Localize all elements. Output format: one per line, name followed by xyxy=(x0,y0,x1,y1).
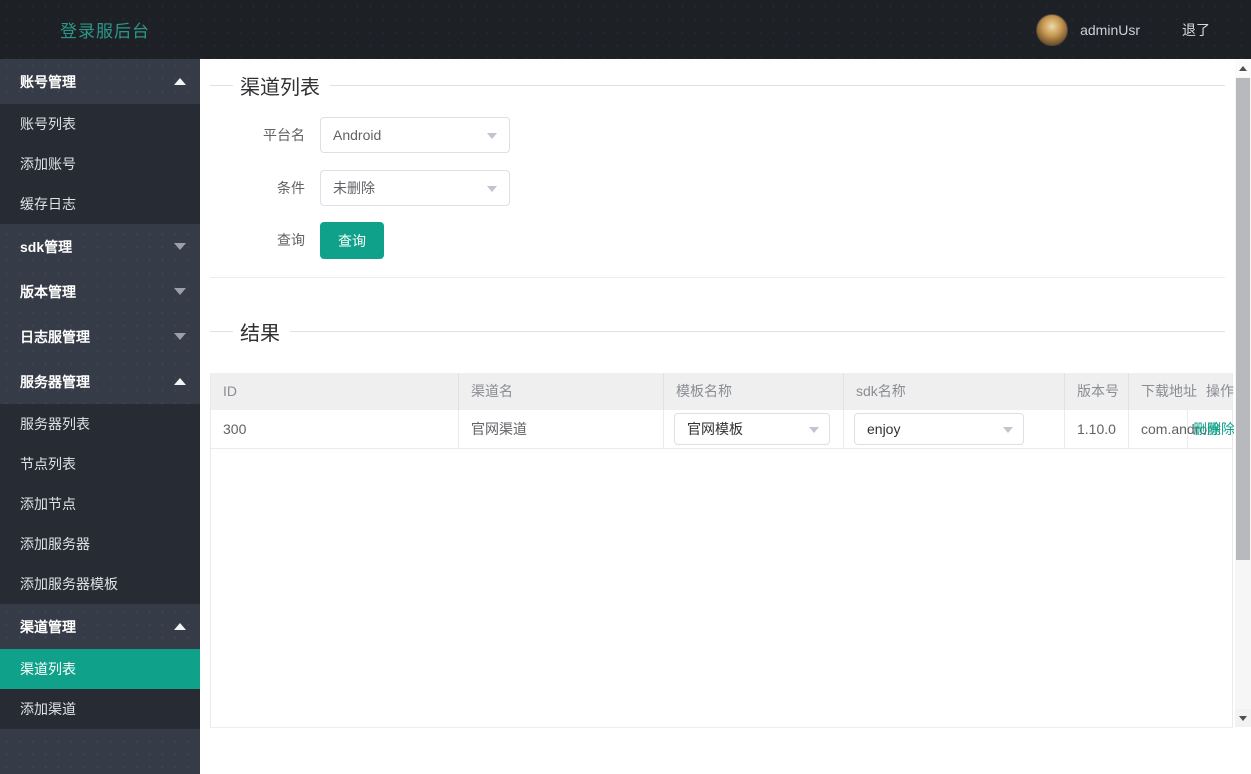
chevron-up-icon xyxy=(174,378,186,385)
sidebar-item-add-node[interactable]: 添加节点 xyxy=(0,484,200,524)
channel-table: ID 渠道名 模板名称 sdk名称 版本号 下载地址 操作 300 官网渠道 官… xyxy=(210,373,1234,728)
sidebar-group-server[interactable]: 服务器管理 xyxy=(0,359,200,404)
cell-template: 官网模板 xyxy=(664,410,844,448)
sidebar-group-account[interactable]: 账号管理 xyxy=(0,59,200,104)
table-header-row: ID 渠道名 模板名称 sdk名称 版本号 下载地址 操作 xyxy=(211,373,1234,410)
chevron-down-icon xyxy=(174,243,186,250)
submenu-channel: 渠道列表 添加渠道 xyxy=(0,649,200,729)
sidebar-item-account-list[interactable]: 账号列表 xyxy=(0,104,200,144)
sidebar-group-version[interactable]: 版本管理 xyxy=(0,269,200,314)
chevron-down-icon xyxy=(809,427,819,433)
scroll-down-button[interactable] xyxy=(1235,709,1251,727)
topbar-right: adminUsr 退了 xyxy=(1036,13,1210,46)
platform-select[interactable]: Android xyxy=(320,117,510,153)
sidebar-item-server-list[interactable]: 服务器列表 xyxy=(0,404,200,444)
delete-link-overlap[interactable]: 删除 xyxy=(1207,410,1234,448)
page-title-text: 渠道列表 xyxy=(240,76,320,99)
submenu-account: 账号列表 添加账号 缓存日志 xyxy=(0,104,200,224)
username-label[interactable]: adminUsr xyxy=(1080,22,1140,38)
sdk-select[interactable]: enjoy xyxy=(854,413,1024,445)
scroll-up-icon xyxy=(1239,65,1247,71)
cell-channel-name: 官网渠道 xyxy=(459,410,664,448)
sidebar-item-add-server[interactable]: 添加服务器 xyxy=(0,524,200,564)
chevron-down-icon xyxy=(487,186,497,192)
submenu-server: 服务器列表 节点列表 添加节点 添加服务器 添加服务器模板 xyxy=(0,404,200,604)
cell-sdk: enjoy xyxy=(844,410,1065,448)
section-divider xyxy=(210,277,1225,278)
sidebar-item-cache-log[interactable]: 缓存日志 xyxy=(0,184,200,224)
chevron-up-icon xyxy=(174,623,186,630)
sidebar-group-sdk[interactable]: sdk管理 xyxy=(0,224,200,269)
vertical-scrollbar[interactable] xyxy=(1235,59,1251,727)
sidebar-item-channel-list[interactable]: 渠道列表 xyxy=(0,649,200,689)
condition-label: 条件 xyxy=(277,180,305,196)
scrollbar-thumb[interactable] xyxy=(1236,78,1250,560)
column-header-template: 模板名称 xyxy=(664,373,844,410)
sidebar-item-node-list[interactable]: 节点列表 xyxy=(0,444,200,484)
column-header-version: 版本号 xyxy=(1065,373,1129,410)
column-header-sdk: sdk名称 xyxy=(844,373,1065,410)
sidebar-group-channel[interactable]: 渠道管理 xyxy=(0,604,200,649)
sidebar-group-logserver[interactable]: 日志服管理 xyxy=(0,314,200,359)
column-header-id: ID xyxy=(211,373,459,410)
template-select[interactable]: 官网模板 xyxy=(674,413,830,445)
chevron-down-icon xyxy=(487,133,497,139)
brand-title: 登录服后台 xyxy=(60,22,150,41)
admin-app: 登录服后台 adminUsr 退了 账号管理 账号列表 添加账号 缓存日志 sd… xyxy=(0,0,1251,774)
condition-select[interactable]: 未删除 xyxy=(320,170,510,206)
sidebar-item-add-server-template[interactable]: 添加服务器模板 xyxy=(0,564,200,604)
chevron-down-icon xyxy=(1003,427,1013,433)
logout-button[interactable]: 退了 xyxy=(1182,20,1210,40)
scroll-down-icon xyxy=(1239,715,1247,721)
user-avatar[interactable] xyxy=(1036,13,1069,46)
chevron-up-icon xyxy=(174,78,186,85)
chevron-down-icon xyxy=(174,288,186,295)
column-header-download: 下载地址 xyxy=(1141,383,1197,399)
sidebar: 账号管理 账号列表 添加账号 缓存日志 sdk管理 版本管理 日志服管理 服务器… xyxy=(0,59,200,774)
cell-version: 1.10.0 xyxy=(1065,410,1129,448)
query-label: 查询 xyxy=(277,232,305,248)
cell-action: 删除 删除 xyxy=(1188,410,1234,448)
column-header-action: 操作 xyxy=(1206,383,1234,399)
table-row: 300 官网渠道 官网模板 enjoy 1.10.0 com.androi 删除… xyxy=(211,410,1234,449)
cell-download: com.androi xyxy=(1129,410,1210,448)
chevron-down-icon xyxy=(174,333,186,340)
page-title: 渠道列表 xyxy=(210,71,1225,99)
column-header-channel-name: 渠道名 xyxy=(459,373,664,410)
sidebar-item-add-channel[interactable]: 添加渠道 xyxy=(0,689,200,729)
platform-label: 平台名 xyxy=(263,127,305,143)
cell-id: 300 xyxy=(211,410,459,448)
query-button[interactable]: 查询 xyxy=(320,222,384,259)
result-title-text: 结果 xyxy=(240,322,280,345)
main-content: 渠道列表 平台名 Android 条件 未删除 查询 查询 结果 ID 渠道名 … xyxy=(200,59,1251,774)
top-bar: 登录服后台 adminUsr 退了 xyxy=(0,0,1251,59)
scroll-up-button[interactable] xyxy=(1235,59,1251,77)
sidebar-item-add-account[interactable]: 添加账号 xyxy=(0,144,200,184)
result-title: 结果 xyxy=(210,317,1225,345)
